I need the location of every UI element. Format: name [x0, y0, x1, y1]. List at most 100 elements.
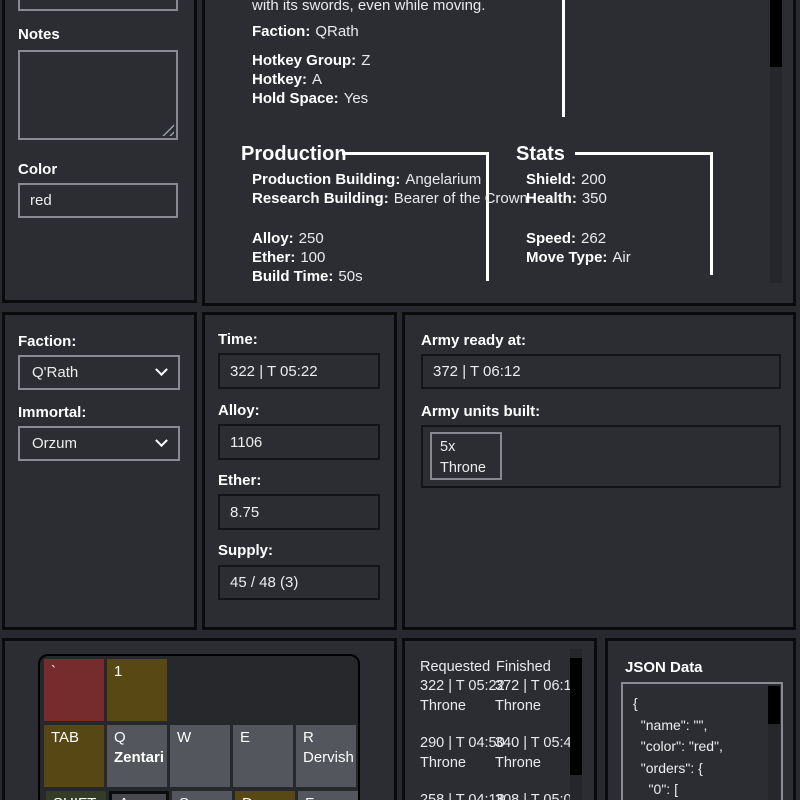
- build-time-label: Build Time:: [252, 268, 333, 285]
- alloy-input[interactable]: [218, 424, 380, 460]
- immortal-select[interactable]: Orzum: [18, 426, 180, 461]
- key-label: D: [242, 794, 288, 800]
- research-building-value: Bearer of the Crown: [394, 190, 528, 207]
- json-line: "name": "",: [633, 715, 781, 737]
- unit-faction-label: Faction:: [252, 23, 310, 40]
- army-units-container: 5x Throne: [421, 425, 781, 488]
- key-label: Q: [114, 728, 160, 748]
- stats-row: Move Type: Air: [526, 248, 631, 267]
- key-tab[interactable]: TAB: [44, 725, 104, 787]
- key-backtick[interactable]: `: [44, 659, 104, 721]
- order-finished-unit: Throne: [495, 698, 541, 714]
- ether-cost-value: 100: [300, 249, 325, 266]
- key-f[interactable]: F: [298, 791, 358, 800]
- army-ready-label: Army ready at:: [421, 332, 526, 349]
- unit-info-scrollbar-thumb[interactable]: [770, 0, 782, 67]
- move-type-label: Move Type:: [526, 249, 607, 266]
- faction-select[interactable]: Q'Rath: [18, 355, 180, 390]
- order-finished-time: 372 | T 06:12: [495, 678, 580, 694]
- orders-finished-header: Finished: [496, 659, 551, 675]
- army-unit-card[interactable]: 5x Throne: [430, 432, 502, 480]
- alloy-cost-label: Alloy:: [252, 230, 294, 247]
- key-label: R: [303, 728, 349, 748]
- resize-grip-icon[interactable]: [161, 123, 174, 136]
- faction-select-value: Q'Rath: [32, 364, 78, 381]
- alloy-label: Alloy:: [218, 402, 260, 419]
- order-requested-unit: Throne: [420, 755, 466, 771]
- army-unit-name: Throne: [440, 458, 492, 479]
- key-d[interactable]: D: [235, 791, 295, 800]
- army-unit-count: 5x: [440, 437, 492, 458]
- ether-input[interactable]: [218, 494, 380, 530]
- supply-label: Supply:: [218, 542, 273, 559]
- notes-textarea[interactable]: [18, 50, 178, 140]
- production-row: Build Time: 50s: [252, 267, 363, 286]
- speed-label: Speed:: [526, 230, 576, 247]
- key-label: 1: [114, 662, 160, 682]
- key-shift[interactable]: SHIFT: [46, 791, 106, 800]
- app-root: Notes Color with its swords, even while …: [0, 0, 800, 800]
- time-label: Time:: [218, 331, 258, 348]
- name-input[interactable]: [18, 0, 178, 11]
- hotkey-group-value: Z: [361, 52, 370, 69]
- json-line: "color": "red",: [633, 736, 781, 758]
- key-s[interactable]: S: [172, 791, 232, 800]
- order-requested-time: 322 | T 05:22: [420, 678, 505, 694]
- key-label: W: [177, 728, 223, 748]
- key-unit-label: Zentari: [114, 748, 160, 768]
- key-label: F: [305, 794, 351, 800]
- hotkey-group-label: Hotkey Group:: [252, 52, 356, 69]
- key-r[interactable]: R Dervish: [296, 725, 356, 787]
- unit-info-panel: with its swords, even while moving. Fact…: [202, 0, 796, 306]
- hold-space-row: Hold Space:Yes: [252, 89, 368, 108]
- key-1[interactable]: 1: [107, 659, 167, 721]
- section-divider: [562, 0, 565, 117]
- key-q[interactable]: Q Zentari: [107, 725, 167, 787]
- chevron-down-icon: [155, 363, 168, 376]
- ether-label: Ether:: [218, 472, 261, 489]
- key-label: A: [116, 794, 162, 800]
- hotkey-value: A: [312, 71, 322, 88]
- json-code-box[interactable]: { "name": "", "color": "red", "orders": …: [621, 682, 783, 800]
- orders-scrollbar-thumb[interactable]: [570, 658, 582, 775]
- key-label: SHIFT: [53, 794, 99, 800]
- build-time-value: 50s: [338, 268, 362, 285]
- immortal-select-value: Orzum: [32, 435, 77, 452]
- research-building-label: Research Building:: [252, 190, 389, 207]
- time-input[interactable]: [218, 353, 380, 389]
- unit-faction-value: QRath: [315, 23, 358, 40]
- order-requested-time: 290 | T 04:50: [420, 735, 505, 751]
- json-line: "orders": {: [633, 758, 781, 780]
- key-e[interactable]: E: [233, 725, 293, 787]
- move-type-value: Air: [612, 249, 630, 266]
- settings-panel: Faction: Q'Rath Immortal: Orzum: [2, 312, 197, 630]
- shield-label: Shield:: [526, 171, 576, 188]
- key-unit-label: Dervish: [303, 748, 349, 768]
- supply-input[interactable]: [218, 565, 380, 600]
- orders-panel: Requested Finished 322 | T 05:22 372 | T…: [402, 638, 597, 800]
- order-finished-time: 308 | T 05:08: [495, 792, 580, 800]
- unit-faction-row: Faction: QRath: [252, 22, 359, 41]
- color-input[interactable]: [18, 183, 178, 218]
- unit-description: with its swords, even while moving.: [252, 0, 485, 15]
- hold-space-value: Yes: [344, 90, 368, 107]
- color-label: Color: [18, 161, 57, 178]
- production-row: Production Building:Angelarium: [252, 170, 481, 189]
- army-ready-input[interactable]: [421, 354, 781, 389]
- orders-requested-header: Requested: [420, 659, 490, 675]
- production-building-label: Production Building:: [252, 171, 400, 188]
- json-data-title: JSON Data: [625, 659, 703, 676]
- production-row: Ether:100: [252, 248, 325, 267]
- faction-select-label: Faction:: [18, 333, 76, 350]
- hotkey-label: Hotkey:: [252, 71, 307, 88]
- unit-editor-panel: Notes Color: [2, 0, 197, 303]
- production-row: Alloy:250: [252, 229, 324, 248]
- key-w[interactable]: W: [170, 725, 230, 787]
- order-requested-time: 258 | T 04:18: [420, 792, 505, 800]
- stats-title: Stats: [516, 143, 565, 166]
- key-a[interactable]: A: [109, 791, 169, 800]
- json-scrollbar-thumb[interactable]: [768, 686, 780, 724]
- hotkey-group-row: Hotkey Group: Z: [252, 51, 370, 70]
- json-line: {: [633, 693, 781, 715]
- chevron-down-icon: [155, 434, 168, 447]
